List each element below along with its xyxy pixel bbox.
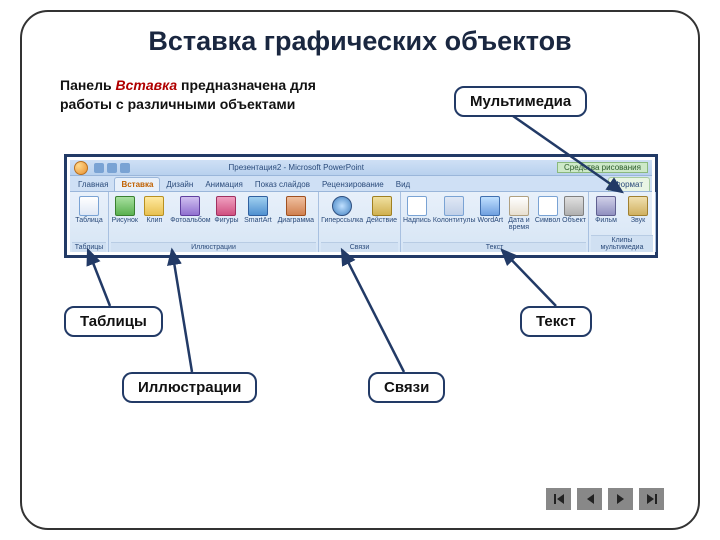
textbox-icon xyxy=(407,196,427,216)
group-media: Фильм Звук Клипы мультимедиа xyxy=(589,192,656,252)
group-illustrations: Рисунок Клип Фотоальбом Фигуры SmartArt … xyxy=(109,192,319,252)
btn-headerfooter[interactable]: Колонтитулы xyxy=(433,194,476,224)
btn-action[interactable]: Действие xyxy=(365,194,398,224)
callout-illustrations: Иллюстрации xyxy=(122,372,257,403)
tab-animation[interactable]: Анимация xyxy=(199,178,249,191)
clip-icon xyxy=(144,196,164,216)
action-icon xyxy=(372,196,392,216)
title-bar: Презентация2 - Microsoft PowerPoint Сред… xyxy=(70,160,652,176)
callout-text: Текст xyxy=(520,306,592,337)
nav-last-button[interactable] xyxy=(639,488,664,510)
group-label-media: Клипы мультимедиа xyxy=(591,235,653,252)
office-button-icon[interactable] xyxy=(74,161,88,175)
headerfooter-icon xyxy=(444,196,464,216)
group-label-illustrations: Иллюстрации xyxy=(111,242,316,252)
tab-home[interactable]: Главная xyxy=(72,178,114,191)
btn-photoalbum[interactable]: Фотоальбом xyxy=(170,194,210,224)
btn-textbox[interactable]: Надпись xyxy=(403,194,431,224)
picture-icon xyxy=(115,196,135,216)
subtitle-pre: Панель xyxy=(60,77,115,93)
smartart-icon xyxy=(248,196,268,216)
group-links: Гиперссылка Действие Связи xyxy=(319,192,401,252)
btn-symbol[interactable]: Символ xyxy=(535,194,560,224)
chart-icon xyxy=(286,196,306,216)
btn-wordart[interactable]: WordArt xyxy=(478,194,504,224)
tab-view[interactable]: Вид xyxy=(390,178,416,191)
qat-redo-icon[interactable] xyxy=(120,163,130,173)
sound-icon xyxy=(628,196,648,216)
callout-multimedia: Мультимедиа xyxy=(454,86,587,117)
tab-review[interactable]: Рецензирование xyxy=(316,178,390,191)
callout-tables: Таблицы xyxy=(64,306,163,337)
btn-hyperlink[interactable]: Гиперссылка xyxy=(321,194,363,224)
btn-sound[interactable]: Звук xyxy=(623,194,653,224)
window-title: Презентация2 - Microsoft PowerPoint xyxy=(229,163,364,172)
tab-design[interactable]: Дизайн xyxy=(160,178,199,191)
btn-chart[interactable]: Диаграмма xyxy=(276,194,316,224)
btn-picture[interactable]: Рисунок xyxy=(111,194,139,224)
qat-undo-icon[interactable] xyxy=(107,163,117,173)
btn-movie[interactable]: Фильм xyxy=(591,194,621,224)
group-label-tables: Таблицы xyxy=(72,242,106,252)
contextual-tab-label: Средства рисования xyxy=(557,162,648,173)
wordart-icon xyxy=(480,196,500,216)
group-label-links: Связи xyxy=(321,242,398,252)
tab-insert[interactable]: Вставка xyxy=(114,177,160,191)
nav-prev-button[interactable] xyxy=(577,488,602,510)
slide-title: Вставка графических объектов xyxy=(22,26,698,57)
ribbon-tabs: Главная Вставка Дизайн Анимация Показ сл… xyxy=(70,176,652,192)
symbol-icon xyxy=(538,196,558,216)
object-icon xyxy=(564,196,584,216)
nav-buttons xyxy=(546,488,664,510)
shapes-icon xyxy=(216,196,236,216)
quick-access-toolbar xyxy=(94,163,130,173)
tab-slideshow[interactable]: Показ слайдов xyxy=(249,178,316,191)
qat-save-icon[interactable] xyxy=(94,163,104,173)
callout-links: Связи xyxy=(368,372,445,403)
hyperlink-icon xyxy=(332,196,352,216)
btn-smartart[interactable]: SmartArt xyxy=(242,194,273,224)
group-label-text: Текст xyxy=(403,242,586,252)
group-text: Надпись Колонтитулы WordArt Дата и время… xyxy=(401,192,589,252)
table-icon xyxy=(79,196,99,216)
group-tables: Таблица Таблицы xyxy=(70,192,109,252)
slide-subtitle: Панель Вставка предназначена для работы … xyxy=(60,76,370,114)
btn-object[interactable]: Объект xyxy=(562,194,586,224)
datetime-icon xyxy=(509,196,529,216)
ribbon-groups: Таблица Таблицы Рисунок Клип Фотоальбом … xyxy=(70,192,652,252)
nav-first-button[interactable] xyxy=(546,488,571,510)
btn-datetime[interactable]: Дата и время xyxy=(505,194,533,232)
tab-format[interactable]: Формат xyxy=(608,177,650,191)
subtitle-emph: Вставка xyxy=(115,77,177,93)
ribbon-screenshot: Презентация2 - Microsoft PowerPoint Сред… xyxy=(64,154,658,258)
btn-clip[interactable]: Клип xyxy=(141,194,169,224)
btn-shapes[interactable]: Фигуры xyxy=(213,194,241,224)
photoalbum-icon xyxy=(180,196,200,216)
slide-frame: Вставка графических объектов Панель Вста… xyxy=(20,10,700,530)
ribbon: Презентация2 - Microsoft PowerPoint Сред… xyxy=(70,160,652,252)
btn-table[interactable]: Таблица xyxy=(72,194,106,224)
movie-icon xyxy=(596,196,616,216)
nav-next-button[interactable] xyxy=(608,488,633,510)
